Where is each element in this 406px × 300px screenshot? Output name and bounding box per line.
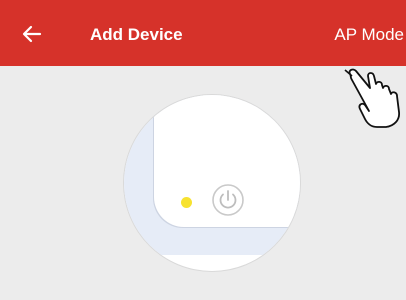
ap-mode-button[interactable]: AP Mode — [334, 0, 404, 66]
pointing-hand-icon — [344, 68, 400, 128]
app-bar: Add Device AP Mode — [0, 0, 406, 66]
status-led-icon — [181, 197, 192, 208]
back-button[interactable] — [22, 18, 62, 50]
power-icon — [212, 184, 244, 216]
page-title: Add Device — [90, 25, 183, 44]
device-illustration — [124, 95, 300, 271]
arrow-left-icon — [22, 25, 42, 43]
